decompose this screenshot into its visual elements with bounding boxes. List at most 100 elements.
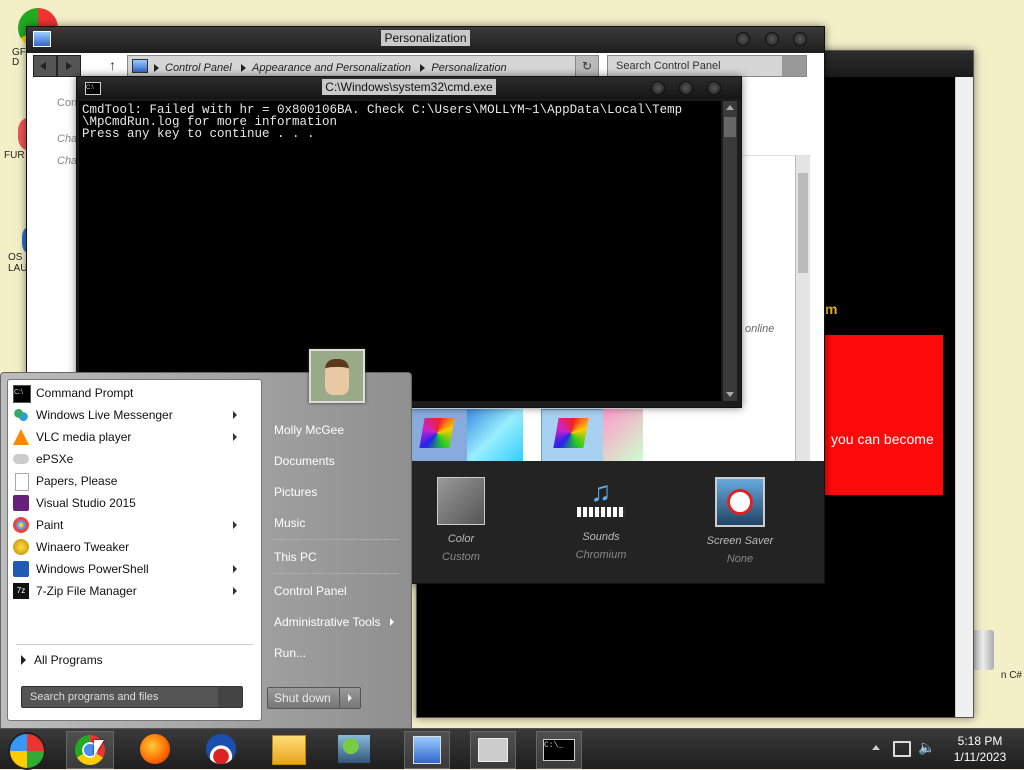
- firefox-icon[interactable]: [140, 734, 170, 764]
- program-paint[interactable]: Paint: [9, 515, 249, 535]
- left-link-3[interactable]: Cha: [57, 155, 77, 167]
- breadcrumb[interactable]: Control Panel Appearance and Personaliza…: [127, 55, 599, 77]
- scrollbar-thumb[interactable]: [724, 117, 736, 137]
- pictures-link[interactable]: Pictures: [274, 485, 317, 499]
- taskbar-terminal[interactable]: C:\_: [536, 731, 582, 769]
- taskbar-control-panel[interactable]: [404, 731, 450, 769]
- console-area[interactable]: CmdTool: Failed with hr = 0x800106BA. Ch…: [79, 101, 721, 401]
- minimize-button[interactable]: [736, 32, 750, 46]
- user-name-link[interactable]: Molly McGee: [274, 423, 344, 437]
- program-papers-please[interactable]: Papers, Please: [9, 471, 249, 491]
- search-icon[interactable]: [218, 687, 242, 707]
- close-button[interactable]: [793, 32, 807, 46]
- program-epsxe[interactable]: ePSXe: [9, 449, 249, 469]
- 7zip-icon: 7z: [13, 583, 29, 599]
- all-programs-separator: [16, 644, 253, 645]
- color-setting[interactable]: Color Custom: [427, 477, 495, 563]
- red-banner: you can become: [825, 335, 943, 495]
- desktop-icon-recycle-bin[interactable]: n C#: [966, 630, 1022, 681]
- file-explorer-icon[interactable]: [272, 735, 306, 765]
- right-separator: [271, 573, 399, 574]
- refresh-icon[interactable]: ↻: [575, 56, 598, 76]
- program-windows-powershell[interactable]: Windows PowerShell: [9, 559, 249, 579]
- clock-date: 1/11/2023: [953, 750, 1007, 764]
- control-panel-link[interactable]: Control Panel: [274, 584, 347, 598]
- screen-saver-label: Screen Saver: [706, 535, 774, 547]
- paint-icon: [13, 517, 29, 533]
- user-avatar[interactable]: [309, 349, 365, 403]
- personalization-titlebar: Personalization: [27, 27, 824, 53]
- maximize-button[interactable]: [765, 32, 779, 46]
- search-placeholder: Search Control Panel: [616, 60, 721, 72]
- volume-icon[interactable]: 🔈: [918, 739, 935, 756]
- start-search-box[interactable]: Search programs and files: [21, 686, 243, 708]
- breadcrumb-appearance[interactable]: Appearance and Personalization: [252, 62, 411, 74]
- program-visual-studio[interactable]: Visual Studio 2015: [9, 493, 249, 513]
- program-command-prompt[interactable]: C:\ Command Prompt: [9, 383, 249, 403]
- obama-icon[interactable]: [206, 734, 236, 764]
- program-windows-live-messenger[interactable]: Windows Live Messenger: [9, 405, 249, 425]
- network-status-icon[interactable]: [893, 741, 911, 757]
- program-vlc[interactable]: VLC media player: [9, 427, 249, 447]
- clock[interactable]: 5:18 PM 1/11/2023: [940, 733, 1020, 765]
- breadcrumb-icon: [132, 59, 148, 73]
- console-scrollbar[interactable]: [723, 101, 737, 401]
- left-link-2[interactable]: Cha: [57, 133, 77, 145]
- document-icon: [15, 473, 29, 491]
- taskbar-chrome[interactable]: [66, 731, 114, 769]
- vlc-icon: [13, 429, 29, 445]
- scroll-up-arrow-icon[interactable]: [726, 105, 734, 110]
- show-hidden-icons-icon[interactable]: [872, 745, 880, 750]
- minimize-button[interactable]: [651, 81, 665, 95]
- left-link-1[interactable]: Con: [57, 97, 77, 109]
- screen-saver-setting[interactable]: Screen Saver None: [699, 477, 781, 565]
- up-arrow-icon[interactable]: ↑: [109, 57, 116, 73]
- page-heading-fragment: m: [825, 301, 838, 317]
- administrative-tools-link[interactable]: Administrative Tools: [274, 615, 394, 629]
- search-box[interactable]: Search Control Panel: [607, 55, 807, 77]
- messenger-icon: [13, 407, 29, 423]
- theme-thumbnail[interactable]: [467, 409, 523, 461]
- taskbar-cmd[interactable]: [470, 731, 516, 769]
- scrollbar-thumb[interactable]: [798, 173, 808, 273]
- program-7zip[interactable]: 7z 7-Zip File Manager: [9, 581, 249, 601]
- start-orb-icon[interactable]: [8, 732, 46, 770]
- theme-thumbnail[interactable]: [541, 409, 605, 463]
- back-button[interactable]: [33, 55, 57, 77]
- scroll-down-arrow-icon[interactable]: [726, 392, 734, 397]
- shutdown-options-button[interactable]: [339, 687, 361, 709]
- visual-studio-icon: [13, 495, 29, 511]
- cmd-title: C:\Windows\system32\cmd.exe: [322, 79, 496, 95]
- cmd-window: C:\ C:\Windows\system32\cmd.exe CmdTool:…: [76, 76, 742, 408]
- sounds-icon: ♫: [577, 477, 625, 523]
- shutdown-button[interactable]: Shut down: [267, 687, 341, 709]
- theme-thumbnail[interactable]: [411, 409, 469, 463]
- maximize-button[interactable]: [679, 81, 693, 95]
- terminal-icon: C:\_: [543, 739, 575, 761]
- run-link[interactable]: Run...: [274, 646, 306, 660]
- online-link[interactable]: online: [745, 323, 774, 335]
- console-line-3: Press any key to continue . . .: [82, 127, 315, 141]
- browser-scrollbar[interactable]: [955, 77, 973, 717]
- documents-link[interactable]: Documents: [274, 454, 335, 468]
- this-pc-link[interactable]: This PC: [274, 550, 317, 564]
- powershell-icon: [13, 561, 29, 577]
- submenu-arrow-icon: [389, 618, 394, 626]
- breadcrumb-control-panel[interactable]: Control Panel: [165, 62, 232, 74]
- program-winaero-tweaker[interactable]: Winaero Tweaker: [9, 537, 249, 557]
- sounds-value: Chromium: [575, 549, 627, 561]
- mouse-cursor-icon: [94, 740, 104, 756]
- sounds-setting[interactable]: ♫ Sounds Chromium: [563, 477, 639, 562]
- themes-scrollbar[interactable]: [795, 155, 810, 461]
- breadcrumb-personalization[interactable]: Personalization: [431, 62, 506, 74]
- theme-thumbnail[interactable]: [603, 409, 643, 461]
- all-programs-button[interactable]: All Programs: [19, 651, 249, 669]
- network-icon[interactable]: [338, 735, 370, 763]
- submenu-arrow-icon: [233, 411, 237, 419]
- close-button[interactable]: [707, 81, 721, 95]
- window-title: Personalization: [381, 30, 470, 46]
- search-icon[interactable]: [782, 56, 806, 76]
- music-link[interactable]: Music: [274, 516, 305, 530]
- submenu-arrow-icon: [233, 565, 237, 573]
- forward-button[interactable]: [57, 55, 81, 77]
